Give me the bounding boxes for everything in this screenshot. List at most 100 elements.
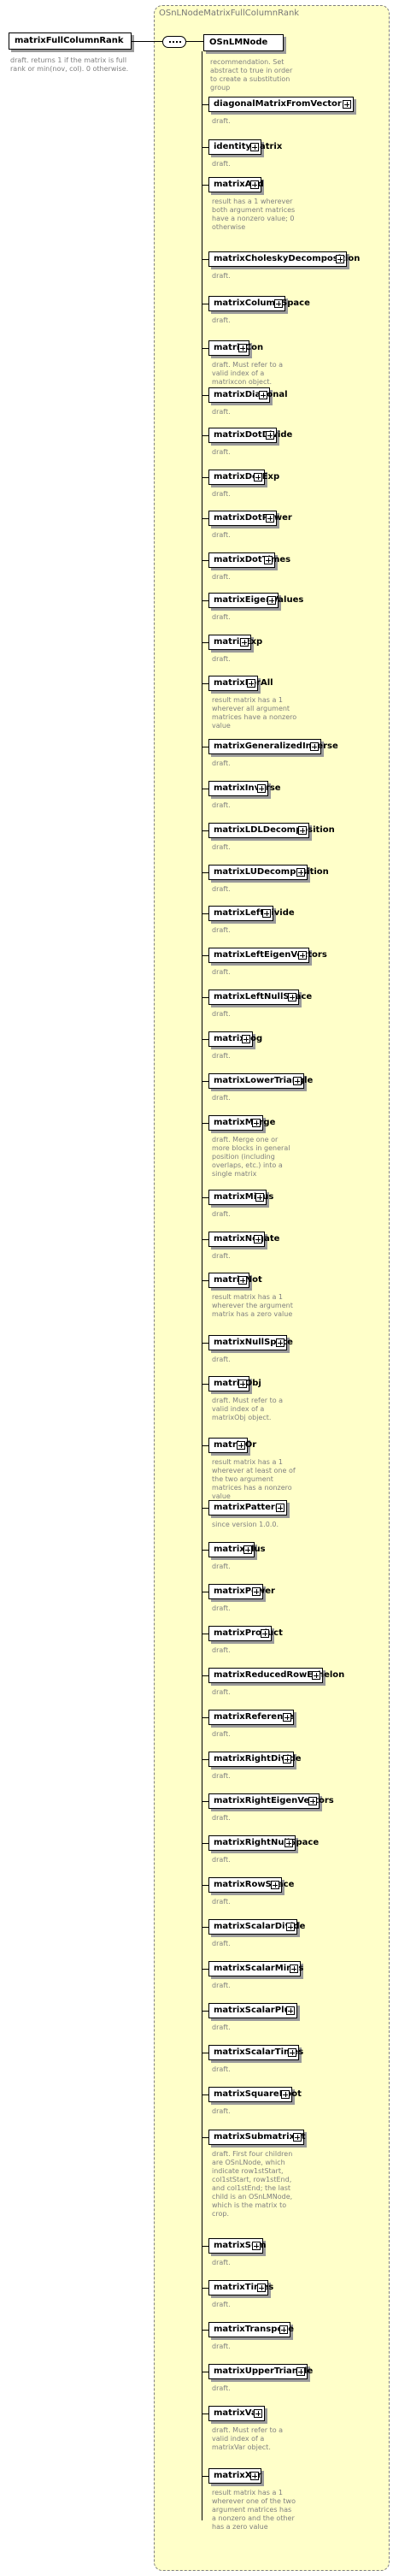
substitution-member-box[interactable]: matrixLeftNullSpace: [208, 990, 312, 1005]
expand-plus-icon[interactable]: [254, 473, 262, 482]
substitution-member-box[interactable]: matrixCon: [208, 340, 263, 356]
expand-plus-icon[interactable]: [279, 2325, 288, 2334]
expand-plus-icon[interactable]: [296, 2367, 305, 2376]
substitution-member-box[interactable]: matrixDiagonal: [208, 387, 288, 403]
expand-plus-icon[interactable]: [298, 951, 307, 960]
substitution-member-box[interactable]: matrixRightNullSpace: [208, 1835, 319, 1851]
expand-plus-icon[interactable]: [262, 909, 271, 918]
substitution-member-box[interactable]: matrixReducedRowEchelon: [208, 1668, 344, 1683]
expand-plus-icon[interactable]: [259, 391, 267, 399]
expand-plus-icon[interactable]: [261, 1629, 269, 1638]
expand-plus-icon[interactable]: [288, 993, 296, 1001]
sequence-compositor-icon[interactable]: [162, 36, 186, 48]
substitution-member-box[interactable]: matrixOr: [208, 1438, 256, 1453]
expand-plus-icon[interactable]: [283, 1755, 291, 1764]
substitution-member-box[interactable]: matrixAnd: [208, 177, 264, 192]
substitution-member-box[interactable]: matrixObj: [208, 1376, 261, 1391]
expand-plus-icon[interactable]: [240, 638, 249, 647]
expand-plus-icon[interactable]: [276, 1504, 284, 1512]
substitution-member-box[interactable]: matrixVar: [208, 2406, 265, 2421]
substitution-member-box[interactable]: matrixTranspose: [208, 2322, 294, 2337]
expand-plus-icon[interactable]: [276, 1338, 284, 1347]
expand-plus-icon[interactable]: [255, 1193, 264, 1202]
expand-plus-icon[interactable]: [274, 299, 283, 308]
substitution-member-box[interactable]: identityMatrix: [208, 139, 282, 155]
expand-plus-icon[interactable]: [271, 1881, 279, 1889]
expand-plus-icon[interactable]: [284, 1839, 293, 1847]
substitution-member-box[interactable]: matrixExp: [208, 635, 262, 650]
substitution-member-box[interactable]: matrixLeftEigenVectors: [208, 948, 327, 963]
substitution-member-box[interactable]: matrixNegate: [208, 1232, 279, 1247]
expand-plus-icon[interactable]: [296, 868, 305, 877]
expand-plus-icon[interactable]: [250, 2472, 259, 2480]
substitution-member-box[interactable]: matrixUpperTriangle: [208, 2364, 313, 2379]
expand-plus-icon[interactable]: [283, 1713, 291, 1722]
substitution-member-box[interactable]: matrixGeneralizedInverse: [208, 739, 338, 754]
expand-plus-icon[interactable]: [237, 1441, 245, 1450]
substitution-member-box[interactable]: matrixLDLDecomposition: [208, 823, 335, 838]
substitution-member-box[interactable]: matrixMinus: [208, 1190, 273, 1205]
substitution-member-box[interactable]: matrixDotDivide: [208, 428, 292, 443]
substitution-member-box[interactable]: matrixScalarTimes: [208, 2045, 303, 2060]
substitution-member-box[interactable]: matrixMerge: [208, 1115, 275, 1131]
substitution-member-box[interactable]: diagonalMatrixFromVector: [208, 97, 354, 112]
expand-plus-icon[interactable]: [238, 1380, 247, 1388]
expand-plus-icon[interactable]: [312, 1671, 320, 1680]
root-element-box[interactable]: matrixFullColumnRank: [9, 32, 132, 50]
substitution-member-box[interactable]: matrixTimes: [208, 2280, 273, 2295]
expand-plus-icon[interactable]: [267, 596, 276, 605]
substitution-member-box[interactable]: matrixNot: [208, 1273, 262, 1288]
expand-plus-icon[interactable]: [252, 1587, 261, 1596]
expand-plus-icon[interactable]: [238, 1276, 247, 1285]
substitution-member-box[interactable]: matrixDotPower: [208, 511, 292, 526]
substitution-member-box[interactable]: matrixSum: [208, 2238, 267, 2254]
expand-plus-icon[interactable]: [242, 1035, 250, 1043]
expand-plus-icon[interactable]: [343, 100, 351, 109]
expand-plus-icon[interactable]: [252, 2242, 261, 2250]
expand-plus-icon[interactable]: [247, 679, 255, 688]
expand-plus-icon[interactable]: [250, 143, 259, 151]
expand-plus-icon[interactable]: [257, 2284, 266, 2292]
substitution-member-box[interactable]: matrixLUDecomposition: [208, 865, 329, 880]
substitution-member-box[interactable]: matrixNullSpace: [208, 1335, 293, 1350]
substitution-member-box[interactable]: matrixRowSpace: [208, 1877, 294, 1893]
substitution-member-box[interactable]: matrixRightEigenVectors: [208, 1793, 334, 1809]
substitution-member-box[interactable]: matrixDotTimes: [208, 552, 290, 568]
substitution-member-box[interactable]: matrixCholeskyDecomposition: [208, 251, 360, 267]
substitution-member-box[interactable]: matrixRightDivide: [208, 1752, 302, 1767]
substitution-member-box[interactable]: matrixLog: [208, 1031, 262, 1047]
group-reference-box[interactable]: OSnLMNode: [203, 34, 284, 51]
substitution-member-box[interactable]: matrixForAll: [208, 676, 273, 691]
expand-plus-icon[interactable]: [286, 2006, 295, 2015]
substitution-member-box[interactable]: matrixPattern: [208, 1500, 287, 1515]
substitution-member-box[interactable]: matrixEigenValues: [208, 593, 303, 608]
expand-plus-icon[interactable]: [310, 742, 319, 751]
expand-plus-icon[interactable]: [238, 344, 247, 352]
expand-plus-icon[interactable]: [293, 1077, 302, 1085]
expand-plus-icon[interactable]: [336, 255, 344, 263]
expand-plus-icon[interactable]: [298, 826, 307, 835]
expand-plus-icon[interactable]: [250, 180, 259, 189]
expand-plus-icon[interactable]: [308, 1797, 317, 1805]
substitution-member-box[interactable]: matrixPower: [208, 1584, 275, 1599]
expand-plus-icon[interactable]: [288, 2048, 296, 2057]
expand-plus-icon[interactable]: [243, 1545, 252, 1554]
substitution-member-box[interactable]: matrixPlus: [208, 1542, 266, 1557]
substitution-member-box[interactable]: matrixSquareRoot: [208, 2087, 302, 2102]
substitution-member-box[interactable]: matrixDotExp: [208, 470, 279, 485]
expand-plus-icon[interactable]: [257, 784, 266, 793]
expand-plus-icon[interactable]: [264, 556, 273, 564]
expand-plus-icon[interactable]: [254, 2409, 262, 2418]
expand-plus-icon[interactable]: [293, 2133, 302, 2142]
expand-plus-icon[interactable]: [281, 2090, 290, 2099]
expand-plus-icon[interactable]: [290, 1964, 298, 1973]
expand-plus-icon[interactable]: [254, 1235, 262, 1244]
substitution-member-box[interactable]: matrixReference: [208, 1710, 294, 1725]
substitution-member-box[interactable]: matrixScalarMinus: [208, 1961, 303, 1976]
substitution-member-box[interactable]: matrixLowerTriangle: [208, 1073, 313, 1089]
substitution-member-box[interactable]: matrixProduct: [208, 1626, 283, 1641]
substitution-member-box[interactable]: matrixXor: [208, 2468, 261, 2484]
substitution-member-box[interactable]: matrixColumnSpace: [208, 296, 310, 311]
substitution-member-box[interactable]: matrixSubmatrixAt: [208, 2130, 306, 2145]
expand-plus-icon[interactable]: [286, 1923, 295, 1931]
